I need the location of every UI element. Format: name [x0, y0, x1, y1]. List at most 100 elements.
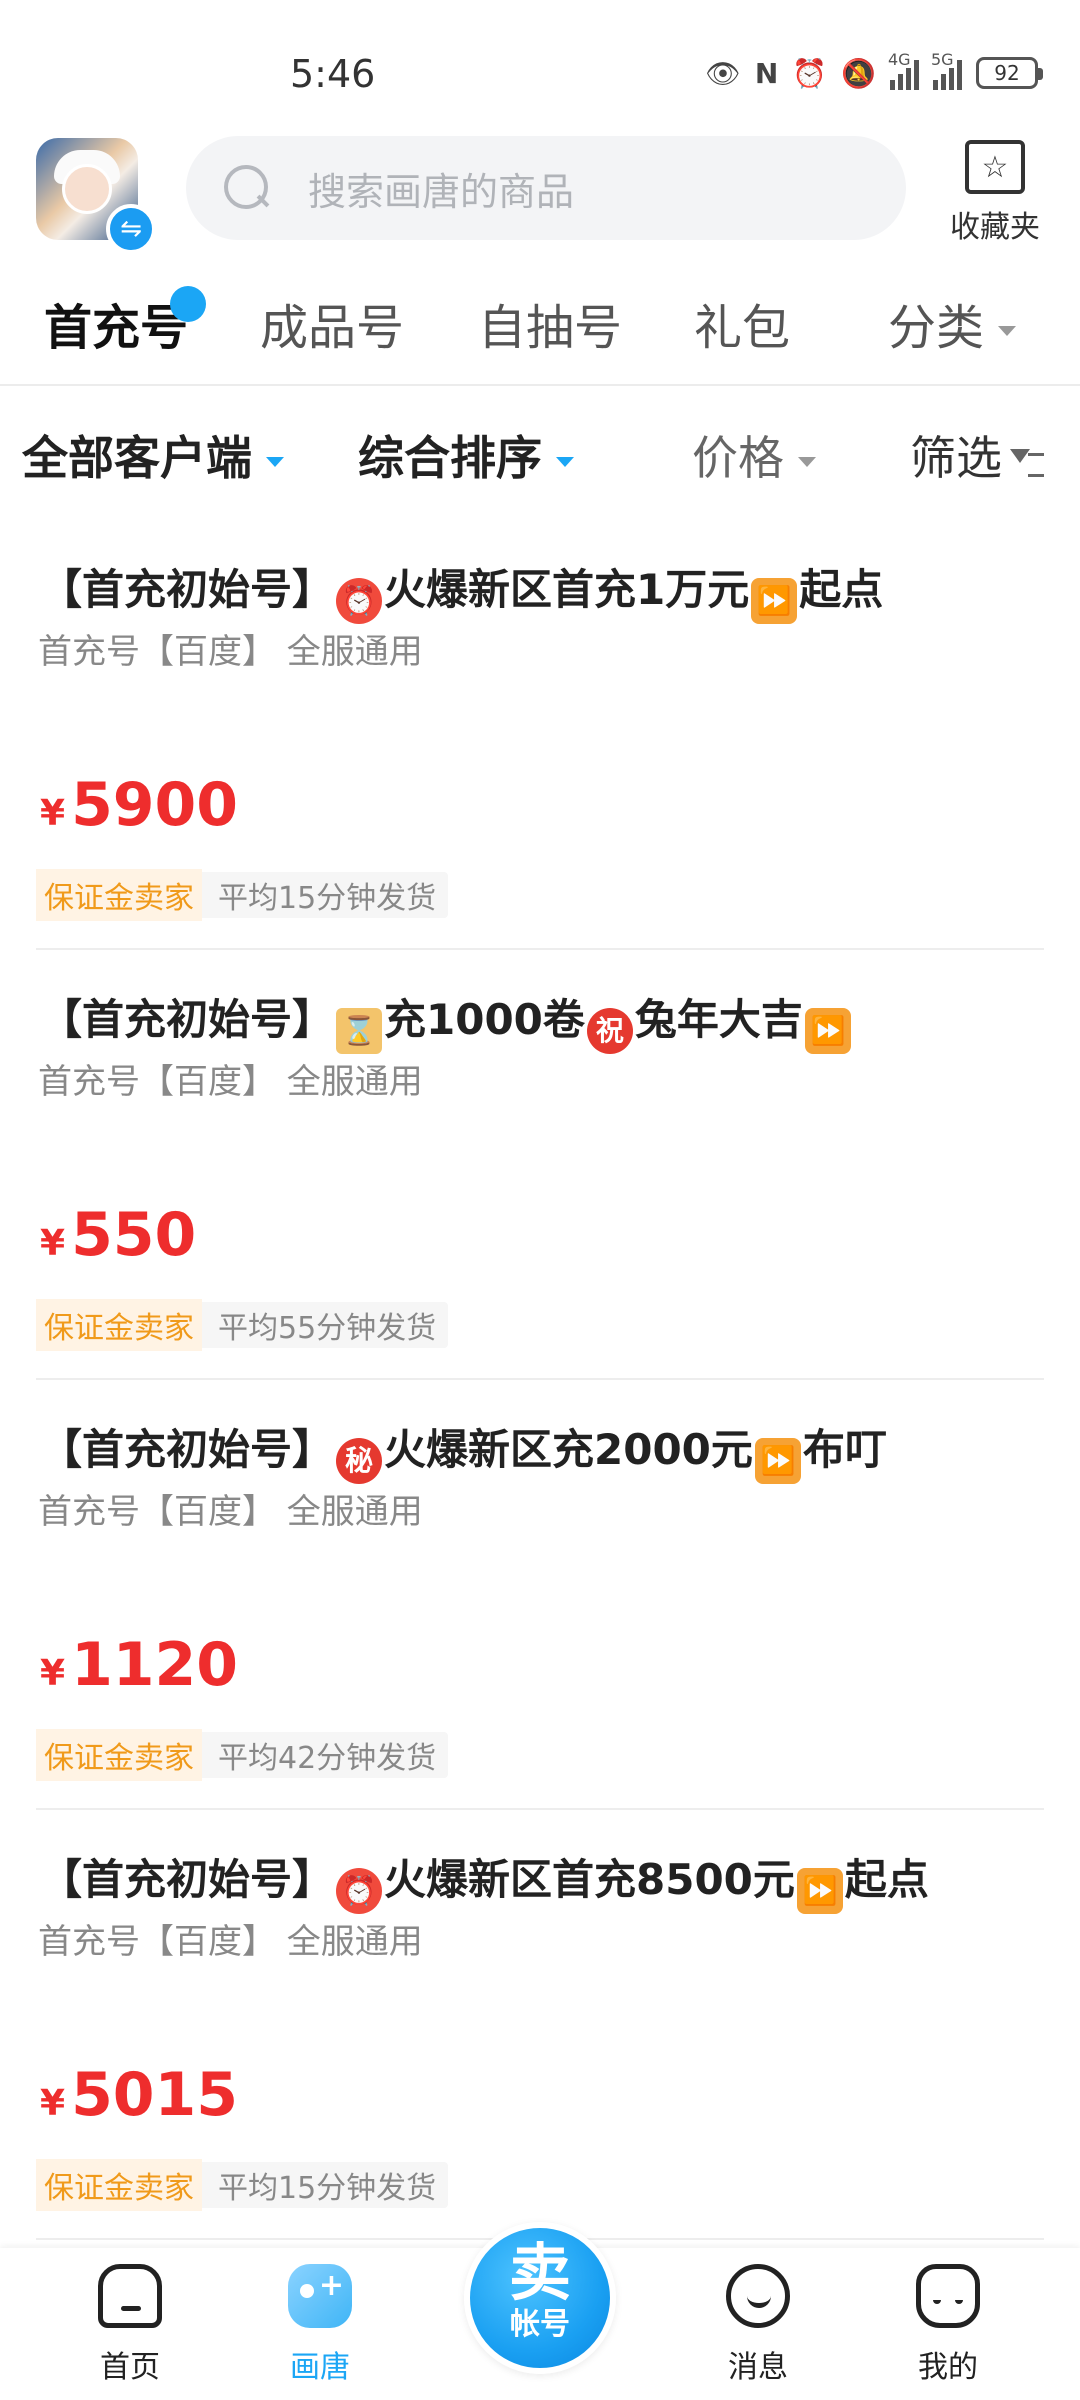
- signal-5g-icon: 5G: [931, 50, 962, 90]
- secret-icon: 秘: [336, 1438, 383, 1484]
- chat-bubble-icon: [726, 2264, 790, 2328]
- tabs-divider: [0, 384, 1080, 386]
- item-title: 【首充初始号】秘火爆新区充2000元 ⏩ 布叮: [40, 1416, 887, 1484]
- list-item[interactable]: 【首充初始号】 ⏰ 火爆新区首充8500元 ⏩ 起点 首充号【百度】 全服通用 ¥501…: [0, 1810, 1080, 2240]
- avatar-face: [62, 164, 112, 214]
- alarm-clock-icon: ⏰: [336, 1868, 383, 1914]
- title-suffix: 起点: [844, 1855, 929, 1904]
- shipping-time: 平均15分钟发货: [218, 881, 437, 916]
- title-prefix: 【首充初始号】: [40, 1855, 335, 1904]
- nav-messages[interactable]: 消息: [698, 2264, 818, 2386]
- item-tags: 保证金卖家 平均42分钟发货: [36, 1729, 449, 1781]
- nav-home[interactable]: 首页: [70, 2264, 190, 2386]
- item-price: ¥1120: [40, 1630, 238, 1700]
- tab-categories[interactable]: 分类: [888, 288, 1017, 358]
- status-time: 5:46: [290, 52, 376, 96]
- item-subtitle: 首充号【百度】 全服通用: [38, 632, 423, 672]
- nav-huatang[interactable]: 画唐: [260, 2264, 380, 2386]
- new-dot-badge: [170, 286, 206, 322]
- swap-game-icon[interactable]: ⇋: [106, 204, 156, 254]
- header: ⇋ 搜索画唐的商品 ☆ 收藏夹: [0, 128, 1080, 254]
- client-filter[interactable]: 全部客户端: [22, 422, 284, 488]
- price-filter-label: 价格: [692, 431, 784, 485]
- tab-finished-account[interactable]: 成品号: [260, 288, 404, 358]
- item-price: ¥5900: [40, 770, 238, 840]
- congrats-icon: 祝: [586, 1008, 633, 1054]
- tab-gift-pack[interactable]: 礼包: [694, 288, 790, 358]
- home-icon: [98, 2264, 162, 2328]
- title-prefix: 【首充初始号】: [40, 995, 335, 1044]
- sell-account-button[interactable]: 卖 帐号: [464, 2222, 616, 2374]
- price-filter[interactable]: 价格: [692, 422, 816, 488]
- chevron-down-icon: [798, 456, 816, 467]
- tab-first-charge[interactable]: 首充号: [44, 288, 188, 358]
- nfc-icon: N: [754, 56, 779, 90]
- nav-mine[interactable]: 我的: [888, 2264, 1008, 2386]
- alarm-clock-icon: ⏰: [336, 578, 383, 624]
- item-title: 【首充初始号】 ⌛ 充1000卷祝兔年大吉 ⏩: [40, 986, 853, 1054]
- deposit-seller-badge: 保证金卖家: [36, 1729, 202, 1781]
- cat-face-icon: [916, 2264, 980, 2328]
- search-input[interactable]: 搜索画唐的商品: [186, 136, 906, 240]
- battery-icon: 92: [976, 57, 1043, 89]
- list-item[interactable]: 【首充初始号】 ⌛ 充1000卷祝兔年大吉 ⏩ 首充号【百度】 全服通用 ¥550 保…: [0, 950, 1080, 1380]
- game-avatar[interactable]: ⇋: [36, 138, 156, 254]
- sort-filter[interactable]: 综合排序: [358, 422, 574, 488]
- eye-icon: 👁: [705, 56, 741, 90]
- screen-filter-label: 筛选: [910, 431, 1002, 485]
- price-value: 5015: [71, 2060, 239, 2130]
- list-item[interactable]: 【首充初始号】秘火爆新区充2000元 ⏩ 布叮 首充号【百度】 全服通用 ¥1120…: [0, 1380, 1080, 1810]
- shipping-time: 平均15分钟发货: [218, 2171, 437, 2206]
- title-prefix: 【首充初始号】: [40, 565, 335, 614]
- list-item[interactable]: 【首充初始号】 ⏰ 火爆新区首充1万元 ⏩ 起点 首充号【百度】 全服通用 ¥5900 …: [0, 520, 1080, 950]
- title-main: 火爆新区首充1万元: [384, 565, 750, 614]
- chevron-down-icon: [556, 456, 574, 467]
- item-price: ¥5015: [40, 2060, 238, 2130]
- title-suffix: 布叮: [802, 1425, 887, 1474]
- account-label: 帐号: [510, 2307, 570, 2342]
- title-prefix: 【首充初始号】: [40, 1425, 335, 1474]
- search-placeholder: 搜索画唐的商品: [308, 169, 575, 214]
- deposit-seller-badge: 保证金卖家: [36, 1299, 202, 1351]
- alarm-icon: ⏰: [792, 56, 828, 90]
- fast-forward-icon: ⏩: [751, 578, 798, 624]
- sell-label: 卖: [508, 2236, 571, 2309]
- client-filter-label: 全部客户端: [22, 431, 252, 485]
- title-main: 充1000卷: [384, 995, 585, 1044]
- favorites-label: 收藏夹: [950, 210, 1040, 245]
- chevron-down-icon: [998, 326, 1017, 336]
- search-icon: [222, 163, 272, 213]
- item-title: 【首充初始号】 ⏰ 火爆新区首充1万元 ⏩ 起点: [40, 556, 883, 624]
- item-tags: 保证金卖家 平均55分钟发货: [36, 1299, 449, 1351]
- deposit-seller-badge: 保证金卖家: [36, 2159, 202, 2211]
- item-subtitle: 首充号【百度】 全服通用: [38, 1922, 423, 1962]
- screen-filter[interactable]: 筛选: [910, 422, 1044, 488]
- currency-symbol: ¥: [40, 1653, 66, 1694]
- fast-forward-icon: ⏩: [804, 1008, 851, 1054]
- shipping-time: 平均42分钟发货: [218, 1741, 437, 1776]
- title-main: 火爆新区充2000元: [384, 1425, 753, 1474]
- fast-forward-icon: ⏩: [796, 1868, 843, 1914]
- tab-self-draw[interactable]: 自抽号: [478, 288, 622, 358]
- price-value: 1120: [71, 1630, 239, 1700]
- currency-symbol: ¥: [40, 1223, 66, 1264]
- funnel-icon: [1010, 448, 1044, 477]
- filter-bar: 全部客户端 综合排序 价格 筛选: [0, 410, 1080, 500]
- gamepad-icon: [288, 2264, 352, 2328]
- nav-messages-label: 消息: [728, 2350, 788, 2385]
- status-bar: 5:46 👁 N ⏰ 🔕 4G 5G 92: [0, 0, 1080, 120]
- title-suffix: 起点: [799, 565, 884, 614]
- price-value: 5900: [71, 770, 239, 840]
- hourglass-icon: ⌛: [336, 1008, 383, 1054]
- title-main: 火爆新区首充8500元: [384, 1855, 795, 1904]
- shipping-time: 平均55分钟发货: [218, 1311, 437, 1346]
- nav-home-label: 首页: [100, 2350, 160, 2385]
- item-tags: 保证金卖家 平均15分钟发货: [36, 869, 449, 921]
- sort-filter-label: 综合排序: [358, 431, 542, 485]
- favorites-button[interactable]: ☆ 收藏夹: [940, 140, 1050, 246]
- fast-forward-icon: ⏩: [754, 1438, 801, 1484]
- signal-4g-icon: 4G: [888, 50, 919, 90]
- item-subtitle: 首充号【百度】 全服通用: [38, 1492, 423, 1532]
- price-value: 550: [71, 1200, 197, 1270]
- star-folder-icon: ☆: [965, 140, 1025, 194]
